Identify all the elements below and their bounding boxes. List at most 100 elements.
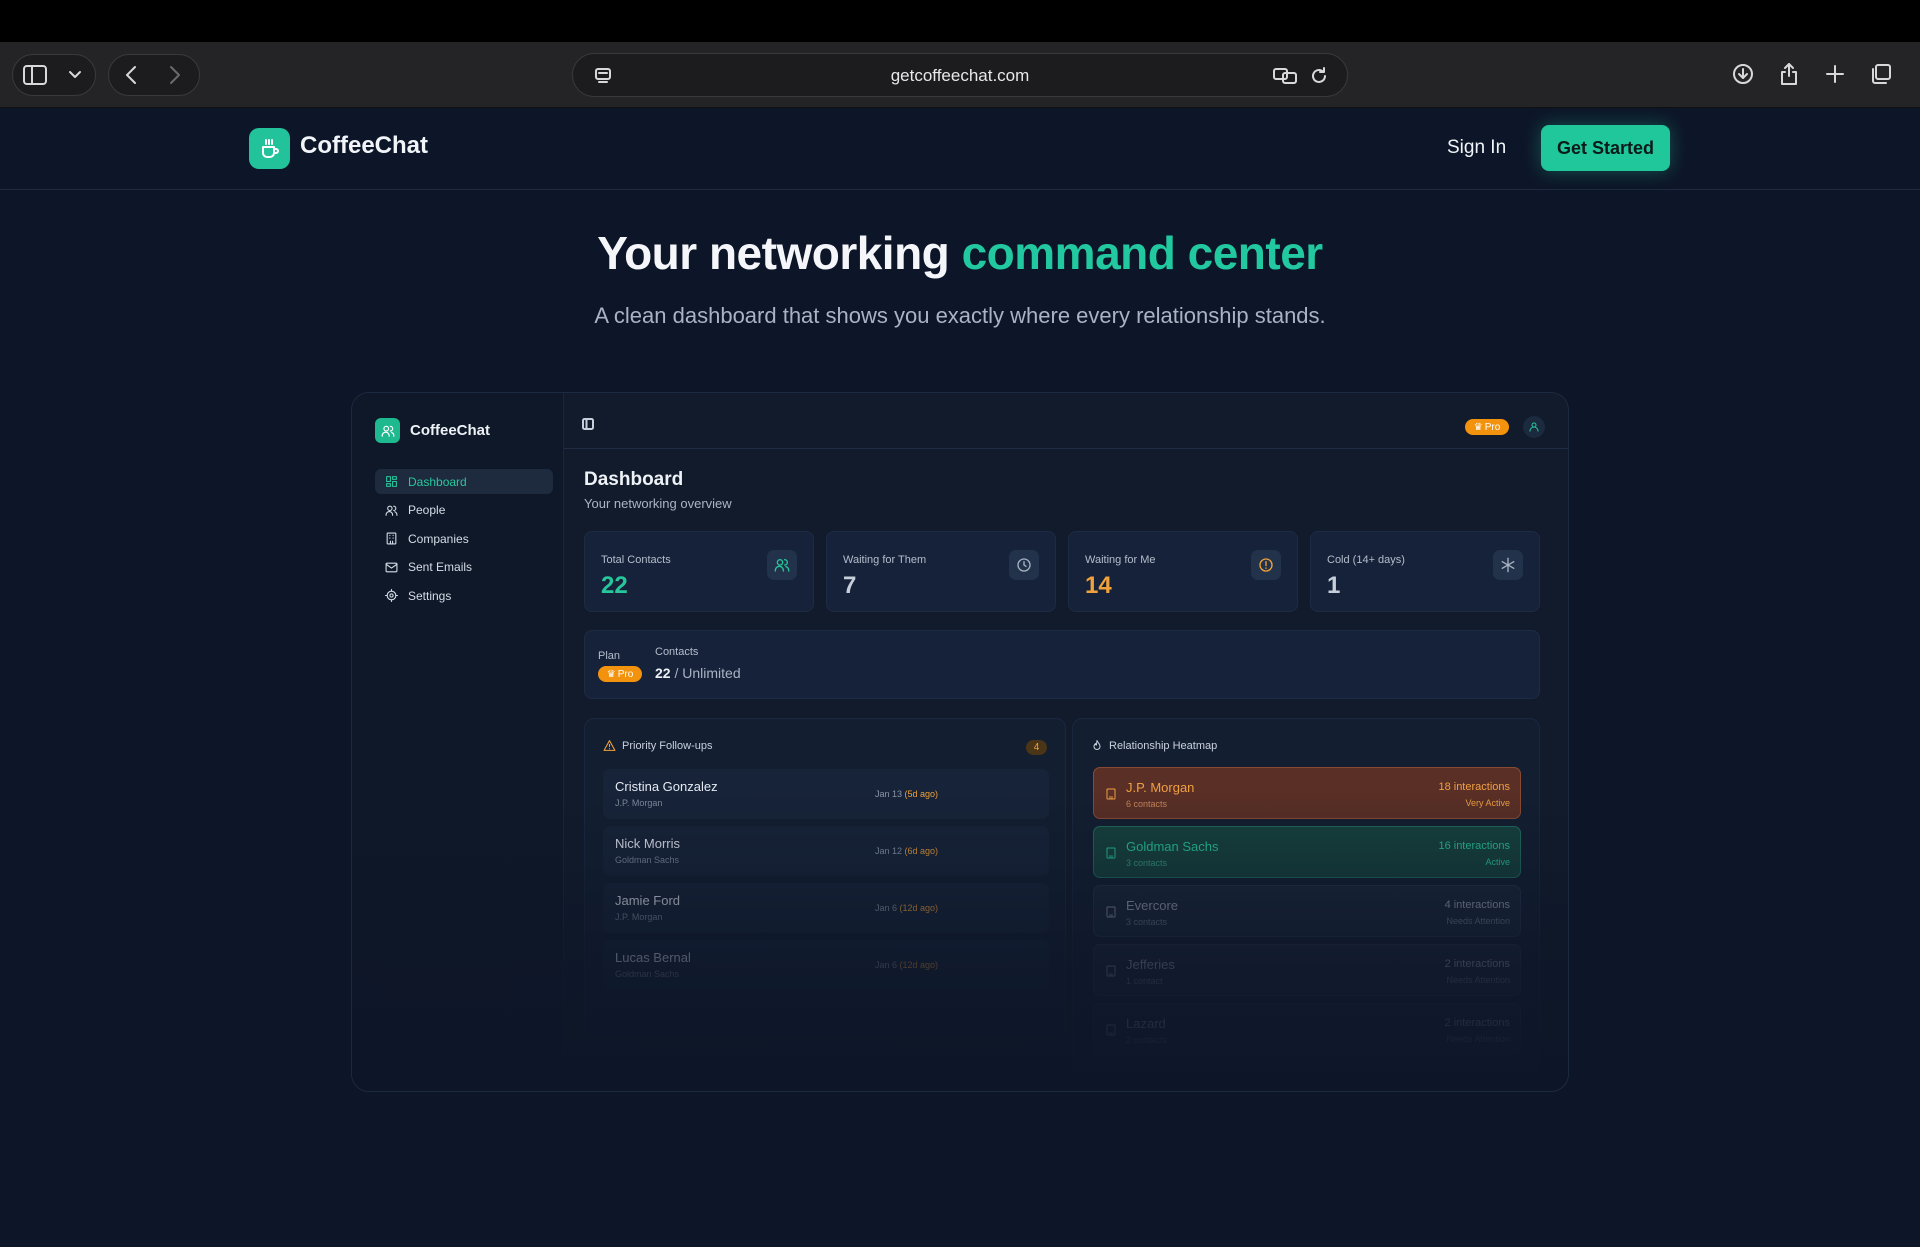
stat-label: Cold (14+ days): [1327, 554, 1405, 566]
dashboard-preview: CoffeeChat Dashboard People Companies Se…: [351, 392, 1569, 1092]
crown-icon: ♛: [606, 668, 616, 680]
browser-toolbar: getcoffeechat.com: [0, 42, 1920, 108]
days-ago: (5d ago): [904, 789, 939, 799]
followup-row[interactable]: Lucas Bernal Goldman Sachs Jan 6 (12d ag…: [603, 940, 1049, 990]
alert-icon: [1251, 550, 1281, 580]
plan-label: Plan: [598, 650, 621, 662]
heatmap-row[interactable]: Evercore 3 contacts 4 interactions Needs…: [1093, 885, 1521, 937]
site-brand-name[interactable]: CoffeeChat: [300, 132, 428, 160]
share-icon[interactable]: [1766, 54, 1812, 94]
date-text: Jan 6: [875, 903, 900, 913]
followup-row[interactable]: Nick Morris Goldman Sachs Jan 12 (6d ago…: [603, 826, 1049, 876]
company-name: Evercore: [1126, 898, 1179, 913]
address-bar[interactable]: getcoffeechat.com: [572, 53, 1348, 97]
heatmap-row[interactable]: Lazard 2 contacts 2 interactions Needs A…: [1093, 1003, 1521, 1055]
app-nav: Dashboard People Companies Sent Emails S…: [375, 469, 553, 612]
panel-title: Priority Follow-ups: [603, 739, 712, 752]
contact-name: Jamie Ford: [615, 893, 681, 908]
sidebar-toggle-icon[interactable]: [13, 55, 57, 95]
download-icon[interactable]: [1720, 54, 1766, 94]
building-icon: [1105, 1023, 1117, 1041]
tabs-overview-icon[interactable]: [1858, 54, 1904, 94]
sidebar-item-sent-emails[interactable]: Sent Emails: [375, 555, 553, 580]
sign-in-link[interactable]: Sign In: [1447, 137, 1506, 159]
company-contacts: 1 contact: [1126, 976, 1163, 986]
heatmap-row[interactable]: J.P. Morgan 6 contacts 18 interactions V…: [1093, 767, 1521, 819]
hero-title-accent: command center: [961, 227, 1324, 279]
building-icon: [1105, 787, 1117, 805]
sidebar-item-companies[interactable]: Companies: [375, 526, 553, 551]
reload-icon[interactable]: [1297, 56, 1341, 96]
days-ago: (12d ago): [899, 903, 939, 913]
sidebar-item-settings[interactable]: Settings: [375, 583, 553, 608]
days-ago: (6d ago): [904, 846, 939, 856]
app-topbar: ♛ Pro: [564, 393, 1568, 449]
activity-status: Needs Attention: [1446, 975, 1510, 985]
contact-company: Goldman Sachs: [615, 969, 680, 979]
company-contacts: 3 contacts: [1126, 858, 1168, 868]
sidebar-item-people[interactable]: People: [375, 498, 553, 523]
stat-card-cold: Cold (14+ days) 1: [1310, 531, 1540, 612]
warning-triangle-icon: [603, 740, 616, 751]
plan-badge-label: Pro: [617, 668, 634, 680]
company-contacts: 6 contacts: [1126, 799, 1168, 809]
forward-arrow-icon[interactable]: [153, 55, 197, 95]
activity-status: Needs Attention: [1446, 916, 1510, 926]
date-text: Jan 13: [875, 789, 905, 799]
gear-icon: [385, 589, 398, 602]
heatmap-row[interactable]: Jefferies 1 contact 2 interactions Needs…: [1093, 944, 1521, 996]
contact-company: J.P. Morgan: [615, 798, 663, 808]
sidebar-toggle-icon[interactable]: [582, 417, 594, 435]
days-ago: (12d ago): [899, 960, 939, 970]
stat-value: 14: [1085, 572, 1112, 599]
stat-label: Total Contacts: [601, 554, 671, 566]
date-text: Jan 12: [875, 846, 905, 856]
stat-card-waiting-for-me: Waiting for Me 14: [1068, 531, 1298, 612]
followup-row[interactable]: Cristina Gonzalez J.P. Morgan Jan 13 (5d…: [603, 769, 1049, 819]
contact-name: Cristina Gonzalez: [615, 779, 718, 794]
followup-date: Jan 12 (6d ago): [875, 846, 938, 856]
plan-card: Plan ♛ Pro Contacts 22 / Unlimited: [584, 630, 1540, 699]
grid-icon: [386, 476, 397, 487]
company-name: Lazard: [1126, 1016, 1166, 1031]
sidebar-item-dashboard[interactable]: Dashboard: [375, 469, 553, 494]
stat-value: 7: [843, 572, 857, 599]
get-started-button[interactable]: Get Started: [1541, 125, 1670, 171]
coffee-cup-icon[interactable]: [249, 128, 290, 169]
followup-date: Jan 6 (12d ago): [875, 960, 938, 970]
site-header: CoffeeChat Sign In Get Started: [0, 108, 1920, 190]
heatmap-row[interactable]: Goldman Sachs 3 contacts 16 interactions…: [1093, 826, 1521, 878]
company-contacts: 2 contacts: [1126, 1035, 1168, 1045]
interaction-count: 4 interactions: [1444, 899, 1510, 911]
users-icon: [767, 550, 797, 580]
user-avatar-icon[interactable]: [1523, 416, 1545, 438]
browser-right-tools: [1720, 54, 1904, 94]
flame-icon: [1093, 740, 1101, 750]
snowflake-icon: [1493, 550, 1523, 580]
new-tab-plus-icon[interactable]: [1812, 54, 1858, 94]
chevron-down-icon[interactable]: [57, 55, 93, 95]
panel-title-text: Priority Follow-ups: [622, 739, 713, 752]
building-icon: [386, 532, 397, 545]
plan-pro-badge: ♛ Pro: [598, 666, 642, 682]
followup-date: Jan 6 (12d ago): [875, 903, 938, 913]
contacts-limit: / Unlimited: [670, 665, 741, 681]
stat-label: Waiting for Me: [1085, 554, 1156, 566]
stat-label: Waiting for Them: [843, 554, 927, 566]
interaction-count: 2 interactions: [1444, 958, 1510, 970]
url-text[interactable]: getcoffeechat.com: [573, 54, 1347, 98]
contacts-usage: 22 / Unlimited: [655, 665, 741, 681]
pro-badge: ♛ Pro: [1465, 419, 1509, 435]
stat-value: 22: [601, 572, 628, 599]
contact-name: Nick Morris: [615, 836, 680, 851]
contact-company: J.P. Morgan: [615, 912, 663, 922]
stat-card-total-contacts: Total Contacts 22: [584, 531, 814, 612]
hero-title-main: Your networking: [597, 227, 962, 279]
contact-company: Goldman Sachs: [615, 855, 680, 865]
interaction-count: 16 interactions: [1438, 840, 1510, 852]
company-name: Goldman Sachs: [1126, 839, 1219, 854]
back-arrow-icon[interactable]: [109, 55, 153, 95]
activity-status: Very Active: [1465, 798, 1510, 808]
followup-row[interactable]: Jamie Ford J.P. Morgan Jan 6 (12d ago): [603, 883, 1049, 933]
building-icon: [1105, 905, 1117, 923]
